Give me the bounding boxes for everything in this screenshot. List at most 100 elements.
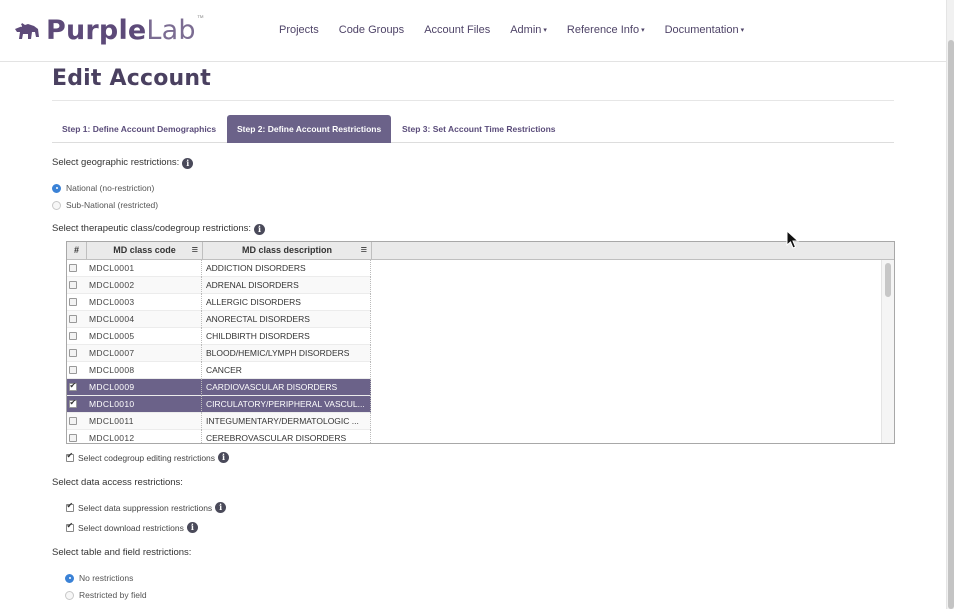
step-tabs: Step 1: Define Account Demographics Step… [52, 115, 894, 143]
radio-button-checked[interactable] [52, 183, 61, 193]
row-select-cell[interactable] [67, 413, 87, 430]
column-header-md-class-code[interactable]: MD class code ≡ [87, 242, 203, 259]
hamburger-menu-icon[interactable]: ≡ [192, 242, 198, 259]
md-class-description-cell: CANCER [203, 362, 371, 379]
checkbox-checked[interactable] [66, 451, 74, 462]
row-select-cell[interactable] [67, 345, 87, 362]
row-select-cell[interactable] [67, 277, 87, 294]
table-row[interactable]: MDCL0007 BLOOD/HEMIC/LYMPH DISORDERS [67, 345, 371, 362]
checkbox-checked[interactable] [66, 521, 74, 532]
md-class-code-cell: MDCL0001 [87, 260, 202, 277]
top-navbar: PurpleLab ™ Projects Code Groups Account… [0, 0, 946, 62]
download-restrictions-checkbox-row[interactable]: Select download restrictions i [66, 521, 198, 533]
info-icon[interactable]: i [218, 452, 230, 463]
grid-scrollbar-thumb[interactable] [885, 263, 891, 297]
md-class-code-cell: MDCL0009 [87, 379, 202, 396]
checkbox[interactable] [69, 315, 77, 323]
data-suppression-checkbox-row[interactable]: Select data suppression restrictions i [66, 501, 227, 513]
info-icon[interactable]: i [215, 502, 227, 513]
md-class-code-cell: MDCL0003 [87, 294, 202, 311]
md-class-description-cell: CHILDBIRTH DISORDERS [203, 328, 371, 345]
md-class-code-cell: MDCL0011 [87, 413, 202, 430]
tab-step-1[interactable]: Step 1: Define Account Demographics [52, 115, 226, 143]
md-class-description-cell: CIRCULATORY/PERIPHERAL VASCUL... [203, 396, 371, 413]
grid-body: MDCL0001 ADDICTION DISORDERS MDCL0002 ADREN… [67, 260, 881, 443]
row-select-cell[interactable] [67, 430, 87, 443]
table-row[interactable]: MDCL0012 CEREBROVASCULAR DISORDERS [67, 430, 371, 443]
nav-account-files[interactable]: Account Files [424, 24, 490, 36]
nav-code-groups[interactable]: Code Groups [339, 24, 404, 36]
table-field-label: Select table and field restrictions: [52, 547, 192, 558]
row-select-cell[interactable] [67, 294, 87, 311]
radio-button[interactable] [52, 200, 61, 210]
geo-radio-subnational[interactable]: Sub-National (restricted) [52, 200, 158, 210]
trademark-mark: ™ [196, 14, 204, 22]
row-select-cell[interactable] [67, 311, 87, 328]
geo-radio-national[interactable]: National (no-restriction) [52, 183, 154, 193]
column-header-label: MD class code [113, 245, 176, 255]
row-select-cell[interactable] [67, 328, 87, 345]
row-select-cell[interactable] [67, 379, 87, 396]
window-scrollbar[interactable] [946, 0, 954, 609]
table-row[interactable]: MDCL0002 ADRENAL DISORDERS [67, 277, 371, 294]
table-row[interactable]: MDCL0005 CHILDBIRTH DISORDERS [67, 328, 371, 345]
column-header-label: MD class description [241, 245, 333, 255]
table-row[interactable]: MDCL0009CARDIOVASCULAR DISORDERS [67, 379, 371, 396]
checkbox[interactable] [69, 281, 77, 289]
nav-documentation[interactable]: Documentation ▾ [665, 24, 745, 36]
md-class-description-cell: CARDIOVASCULAR DISORDERS [203, 379, 371, 396]
table-row[interactable]: MDCL0001 ADDICTION DISORDERS [67, 260, 371, 277]
checkbox[interactable] [69, 264, 77, 272]
nav-reference-info[interactable]: Reference Info ▾ [567, 24, 645, 36]
checkbox-checked[interactable] [69, 381, 77, 391]
table-radio-restricted-by-field[interactable]: Restricted by field [65, 590, 147, 600]
column-header-number[interactable]: # [67, 242, 87, 259]
geo-restrictions-label: Select geographic restrictions: i [52, 157, 194, 169]
table-row[interactable]: MDCL0011 INTEGUMENTARY/DERMATOLOGIC ... [67, 413, 371, 430]
md-class-grid: # MD class code ≡ MD class description ≡… [66, 241, 895, 444]
checkbox[interactable] [69, 417, 77, 425]
radio-button-checked[interactable] [65, 573, 74, 583]
codegroup-editing-checkbox-row[interactable]: Select codegroup editing restrictions i [66, 451, 230, 463]
grid-scrollbar[interactable] [881, 260, 894, 443]
tab-step-2[interactable]: Step 2: Define Account Restrictions [227, 115, 392, 143]
checkbox[interactable] [69, 349, 77, 357]
window-scrollbar-thumb[interactable] [948, 40, 954, 609]
tab-step-3[interactable]: Step 3: Set Account Time Restrictions [392, 115, 566, 143]
row-select-cell[interactable] [67, 260, 87, 277]
nav-admin[interactable]: Admin ▾ [510, 24, 547, 36]
info-icon[interactable]: i [182, 158, 194, 169]
row-select-cell[interactable] [67, 396, 87, 413]
table-row[interactable]: MDCL0003 ALLERGIC DISORDERS [67, 294, 371, 311]
checkbox[interactable] [69, 366, 77, 374]
info-icon[interactable]: i [254, 224, 266, 235]
nav-projects[interactable]: Projects [279, 24, 319, 36]
md-class-code-cell: MDCL0012 [87, 430, 202, 443]
radio-label: Restricted by field [79, 590, 147, 600]
row-select-cell[interactable] [67, 362, 87, 379]
info-icon[interactable]: i [186, 522, 198, 533]
hamburger-menu-icon[interactable]: ≡ [361, 242, 367, 259]
table-radio-no-restrictions[interactable]: No restrictions [65, 573, 133, 583]
md-class-description-cell: INTEGUMENTARY/DERMATOLOGIC ... [203, 413, 371, 430]
md-class-code-cell: MDCL0002 [87, 277, 202, 294]
checkbox-checked[interactable] [66, 501, 74, 512]
mouse-pointer-icon [786, 230, 800, 249]
caret-down-icon: ▾ [543, 27, 547, 35]
data-access-label: Select data access restrictions: [52, 477, 183, 488]
md-class-code-cell: MDCL0010 [87, 396, 202, 413]
checkbox[interactable] [69, 298, 77, 306]
radio-label: National (no-restriction) [66, 183, 155, 193]
checkbox[interactable] [69, 434, 77, 442]
table-row[interactable]: MDCL0008 CANCER [67, 362, 371, 379]
md-class-code-cell: MDCL0004 [87, 311, 202, 328]
column-header-md-class-description[interactable]: MD class description ≡ [203, 242, 372, 259]
checkbox[interactable] [69, 332, 77, 340]
page-title: Edit Account [52, 66, 211, 91]
table-row[interactable]: MDCL0004 ANORECTAL DISORDERS [67, 311, 371, 328]
purplelab-logo[interactable]: PurpleLab ™ [12, 12, 204, 48]
therapeutic-restrictions-label: Select therapeutic class/codegroup restr… [52, 223, 266, 235]
checkbox-checked[interactable] [69, 398, 77, 408]
table-row[interactable]: MDCL0010CIRCULATORY/PERIPHERAL VASCUL... [67, 396, 371, 413]
radio-button[interactable] [65, 590, 74, 600]
